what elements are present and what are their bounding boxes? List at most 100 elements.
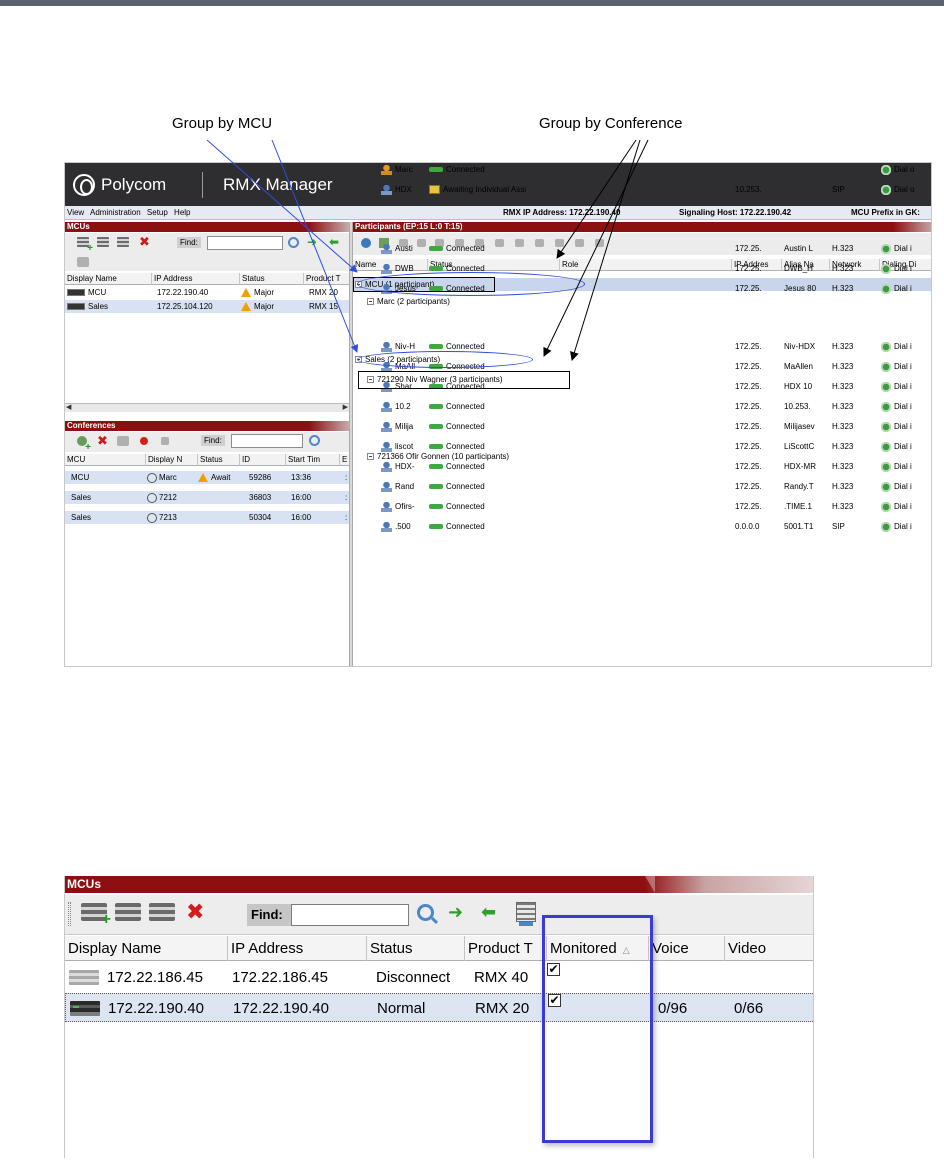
disconnect-mcu-icon[interactable] [149, 903, 175, 921]
participant-alias: Austin L [784, 244, 813, 253]
export-arrow-icon[interactable]: ➜ [307, 236, 319, 248]
participant-alias: Niv-HDX [784, 342, 816, 351]
participant-name: Rand [395, 482, 415, 491]
participant-icon [381, 421, 392, 432]
participant-row[interactable]: HDX- Connected 172.25. HDX-MR H.323 Dial i [353, 460, 931, 473]
delete-mcu-icon[interactable]: ✖ [139, 235, 151, 248]
col-voice[interactable]: Voice [649, 936, 725, 961]
col-start-time[interactable]: Start Tim [285, 454, 339, 466]
col-product[interactable]: Product T [303, 273, 349, 285]
col-mcu[interactable]: MCU [65, 454, 145, 466]
participant-ip: 10.253. [735, 185, 762, 194]
table-row[interactable]: Sales 7212 36803 16:00 : [65, 491, 349, 504]
mcu-name: 172.22.190.40 [108, 1000, 204, 1017]
table-row[interactable]: MCU 172.22.190.40 Major RMX 20 [65, 286, 349, 299]
menu-help[interactable]: Help [174, 208, 190, 217]
conference-template-icon[interactable] [117, 436, 129, 446]
rmx-manager-window: Polycom RMX Manager View Administration … [64, 162, 932, 667]
conf-start: 16:00 [291, 493, 312, 502]
list-view-icon[interactable] [77, 257, 89, 267]
find-input[interactable] [291, 904, 409, 926]
dial-direction-icon [881, 184, 891, 195]
conference-icon [147, 492, 157, 503]
toolbar-grip[interactable] [68, 902, 71, 926]
conf-id: 50304 [249, 513, 272, 522]
participant-ip: 172.25. [735, 264, 762, 273]
mcu-ip: 172.22.190.40 [157, 288, 209, 297]
menu-administration[interactable]: Administration [90, 208, 141, 217]
mcus-toolbar: ✖ Find: ➜ ⬅ [65, 233, 349, 271]
mcus-find-label: Find: [177, 237, 201, 248]
participant-row[interactable]: Marc Connected Dial o [353, 163, 931, 176]
export-arrow-icon[interactable]: ➜ [448, 903, 470, 923]
search-icon[interactable] [417, 904, 434, 921]
participant-row[interactable]: 10.2 Connected 172.25. 10.253. H.323 Dial i [353, 400, 931, 413]
col-status[interactable]: Status [239, 273, 303, 285]
col-status[interactable]: Status [197, 454, 239, 466]
col-ip-address[interactable]: IP Address [151, 273, 239, 285]
add-mcu-icon[interactable] [81, 903, 111, 929]
add-mcu-icon[interactable] [77, 237, 93, 254]
col-ip-address[interactable]: IP Address [228, 936, 367, 961]
table-row[interactable]: Sales 172.25.104.120 Major RMX 15 [65, 300, 349, 313]
conferences-find-label: Find: [201, 435, 225, 446]
stop-icon[interactable] [161, 437, 169, 445]
participant-ip: 172.25. [735, 482, 762, 491]
col-status[interactable]: Status [367, 936, 465, 961]
conf-name: Marc [159, 473, 177, 482]
col-end[interactable]: E [339, 454, 349, 466]
mcus-search-icon[interactable] [288, 237, 299, 248]
participant-row[interactable]: Austi Connected 172.25. Austin L H.323 Dial i [353, 242, 931, 255]
participant-row[interactable]: Rand Connected 172.25. Randy.T H.323 Dial i [353, 480, 931, 493]
mcu-ip: 172.22.186.45 [232, 969, 328, 986]
col-video[interactable]: Video [725, 936, 813, 961]
participant-status: Connected [446, 244, 485, 253]
col-display-name[interactable]: Display Name [65, 936, 228, 961]
add-conference-icon[interactable] [77, 436, 91, 453]
delete-conference-icon[interactable]: ✖ [97, 434, 109, 447]
participant-icon [381, 341, 392, 352]
participant-network: H.323 [832, 362, 854, 371]
annotation-ellipse-sales [357, 351, 533, 368]
dial-direction-icon [881, 521, 891, 532]
col-product-type[interactable]: Product T [465, 936, 547, 961]
menu-setup[interactable]: Setup [147, 208, 168, 217]
table-row[interactable]: Sales 7213 50304 16:00 : [65, 511, 349, 524]
table-row[interactable]: 172.22.190.40 172.22.190.40 Normal RMX 2… [65, 993, 813, 1022]
delete-mcu-icon[interactable]: ✖ [186, 901, 212, 923]
participant-network: H.323 [832, 422, 854, 431]
participant-row[interactable]: liscot Connected 172.25. LiScottC H.323 Dial … [353, 440, 931, 453]
table-row[interactable]: 172.22.186.45 172.22.186.45 Disconnect R… [65, 963, 813, 992]
participant-row[interactable]: Milija Connected 172.25. Milijasev H.323 Dial… [353, 420, 931, 433]
mcus-column-header-large: Display Name IP Address Status Product T… [65, 936, 813, 961]
mcus-find-input[interactable] [207, 236, 283, 250]
import-arrow-icon[interactable]: ⬅ [329, 236, 341, 248]
collapse-icon[interactable] [367, 298, 374, 306]
participant-row[interactable]: HDX Awaiting Individual Assi 10.253. SIP Dia… [353, 183, 931, 196]
participant-row[interactable]: Ofirs- Connected 172.25. .TIME.1 H.323 Dial i [353, 500, 931, 513]
col-display-name[interactable]: Display N [145, 454, 197, 466]
connect-mcu-icon[interactable] [115, 903, 141, 921]
connect-mcu-icon[interactable] [97, 237, 109, 247]
participant-row[interactable]: .500 Connected 0.0.0.0 5001.T1 SIP Dial i [353, 520, 931, 533]
annotation-box-monitored [542, 915, 653, 1143]
dial-direction-icon [881, 501, 891, 512]
conferences-find-input[interactable] [231, 434, 303, 448]
group-conference-row[interactable]: Marc (2 participants) [353, 295, 931, 308]
import-arrow-icon[interactable]: ⬅ [481, 903, 503, 923]
mcus-horizontal-scrollbar[interactable] [65, 403, 349, 412]
disconnect-mcu-icon[interactable] [117, 237, 129, 247]
conferences-search-icon[interactable] [309, 435, 320, 446]
col-display-name[interactable]: Display Name [65, 273, 151, 285]
menu-view[interactable]: View [67, 208, 84, 217]
dial-direction-icon [881, 341, 891, 352]
table-row[interactable]: MCU Marc Await 59286 13:36 : [65, 471, 349, 484]
list-view-icon[interactable] [516, 902, 536, 926]
conf-name: 7213 [159, 513, 177, 522]
record-icon[interactable] [140, 437, 148, 445]
participant-network: H.323 [832, 502, 854, 511]
mcus-pane-title: MCUs [65, 222, 349, 232]
col-id[interactable]: ID [239, 454, 285, 466]
participant-name: .500 [395, 522, 411, 531]
participant-network: SIP [832, 522, 845, 531]
